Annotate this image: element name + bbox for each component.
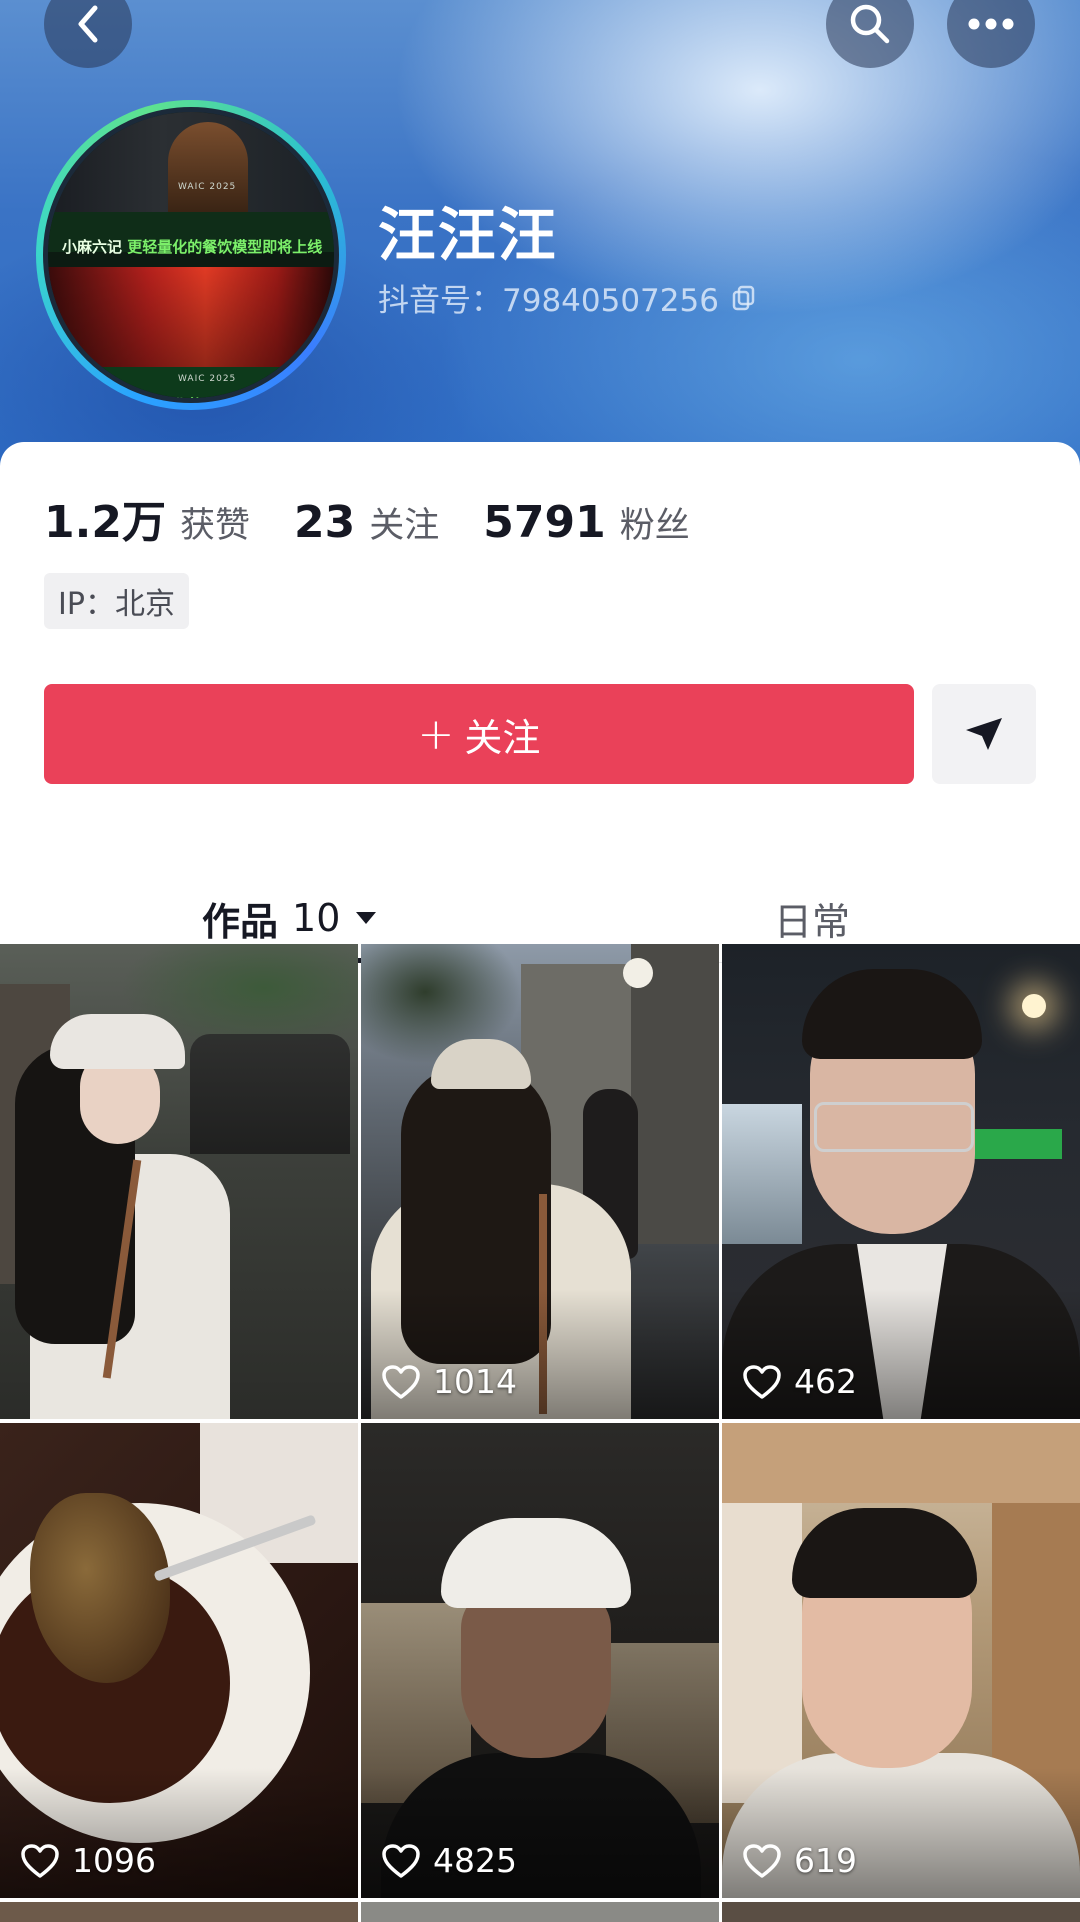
copy-icon[interactable] (731, 284, 757, 312)
tab-daily-label: 日常 (774, 899, 851, 944)
like-count: 1096 (20, 1841, 156, 1880)
search-icon (850, 4, 890, 44)
video-tile[interactable] (0, 1902, 358, 1922)
stat-likes[interactable]: 1.2万 获赞 (44, 486, 250, 550)
stat-followers-label: 粉丝 (619, 506, 690, 546)
follow-label: 关注 (464, 715, 541, 760)
heart-icon (21, 1843, 59, 1878)
heart-icon (382, 1843, 420, 1878)
avatar-image: WAIC 2025 小麻六记 更轻量化的餐饮模型即将上线 WAIC 2025 更… (43, 107, 339, 403)
stat-followers-value: 5791 (483, 497, 606, 548)
tab-works-label: 作品 (202, 899, 279, 944)
video-tile[interactable]: 462 (722, 944, 1080, 1419)
like-count: 4825 (381, 1841, 517, 1880)
share-button[interactable] (932, 684, 1036, 784)
like-count: 1014 (381, 1362, 517, 1401)
avatar-tag-bottom: WAIC 2025 (178, 374, 237, 384)
stat-following[interactable]: 23 关注 (294, 497, 439, 548)
like-count-value: 4825 (433, 1841, 517, 1880)
avatar-headline: 小麻六记 更轻量化的餐饮模型即将上线 (62, 236, 334, 257)
caret-down-icon[interactable] (354, 910, 378, 926)
heart-icon (382, 1364, 420, 1399)
video-tile[interactable] (0, 944, 358, 1419)
like-count-value: 619 (794, 1841, 857, 1880)
tab-works-count: 10 (292, 896, 341, 940)
video-tile[interactable] (361, 1902, 719, 1922)
more-icon (968, 18, 1014, 30)
more-button[interactable] (947, 0, 1035, 68)
plus-icon: + (417, 708, 455, 760)
follow-button[interactable]: + 关注 (44, 684, 914, 784)
share-icon (966, 718, 1002, 750)
avatar[interactable]: WAIC 2025 小麻六记 更轻量化的餐饮模型即将上线 WAIC 2025 更… (36, 100, 346, 410)
stat-following-value: 23 (293, 497, 356, 548)
video-tile[interactable] (722, 1902, 1080, 1922)
back-icon (78, 5, 98, 43)
like-count: 619 (742, 1841, 857, 1880)
heart-icon (743, 1843, 781, 1878)
avatar-tag-top: WAIC 2025 (178, 182, 237, 192)
profile-name: 汪汪汪 (378, 201, 559, 269)
back-button[interactable] (44, 0, 132, 68)
like-count-value: 462 (794, 1362, 857, 1401)
avatar-subline: 更轻量化的餐饮 (128, 394, 233, 398)
stats-row: 1.2万 获赞 23 关注 5791 粉丝 (44, 486, 734, 550)
stat-likes-value: 1.2万 (44, 497, 166, 548)
avatar-headline-highlight: 更轻量化的餐饮模型即将上线 (127, 238, 323, 256)
like-count-value: 1096 (72, 1841, 156, 1880)
video-tile[interactable]: 1014 (361, 944, 719, 1419)
stat-followers[interactable]: 5791 粉丝 (483, 497, 689, 548)
ip-location-badge: IP：北京 (44, 573, 189, 629)
stat-following-label: 关注 (369, 506, 440, 546)
heart-icon (743, 1364, 781, 1399)
video-tile[interactable]: 4825 (361, 1423, 719, 1898)
like-count-value: 1014 (433, 1362, 517, 1401)
like-count: 462 (742, 1362, 857, 1401)
profile-id: 抖音号：79840507256 (378, 283, 719, 319)
profile-header: WAIC 2025 小麻六记 更轻量化的餐饮模型即将上线 WAIC 2025 更… (0, 0, 1080, 470)
video-tile[interactable]: 619 (722, 1423, 1080, 1898)
profile-id-row[interactable]: 抖音号：79840507256 (378, 275, 757, 320)
video-tile[interactable]: 1096 (0, 1423, 358, 1898)
avatar-headline-prefix: 小麻六记 (62, 238, 123, 256)
stat-likes-label: 获赞 (179, 506, 250, 546)
search-button[interactable] (826, 0, 914, 68)
